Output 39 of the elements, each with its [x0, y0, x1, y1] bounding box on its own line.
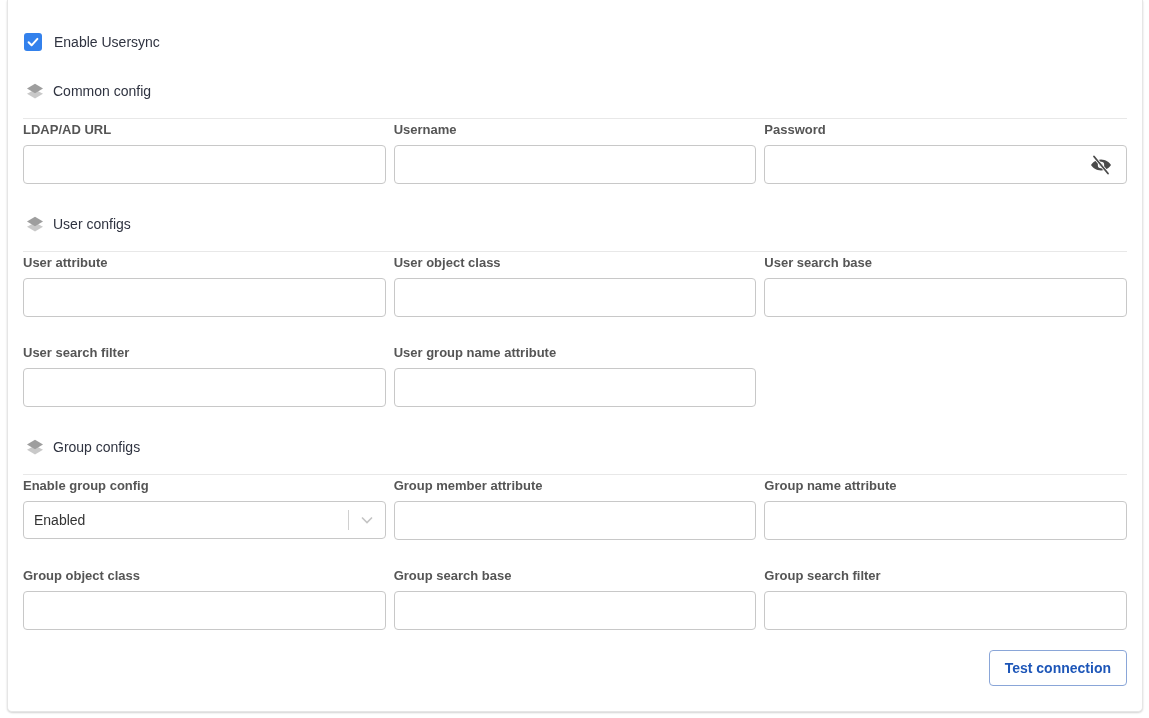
field-label: User attribute: [23, 255, 108, 271]
field-label: Group object class: [23, 568, 141, 584]
text-input[interactable]: [23, 145, 386, 184]
text-input[interactable]: [23, 278, 386, 317]
field-label: Password: [764, 122, 826, 138]
text-input[interactable]: [393, 591, 757, 630]
field-label: User group name attribute: [393, 345, 557, 361]
layers-icon: [26, 82, 44, 100]
test-connection-button[interactable]: Test connection: [988, 650, 1127, 686]
text-input[interactable]: [393, 145, 757, 184]
text-input[interactable]: [764, 591, 1127, 630]
checkbox-label: Enable Usersync: [54, 34, 160, 50]
field-label: LDAP/AD URL: [23, 122, 112, 138]
text-input[interactable]: [393, 368, 757, 407]
layers-icon: [26, 215, 44, 233]
password-input[interactable]: [764, 145, 1127, 184]
text-input[interactable]: [393, 501, 757, 540]
dropdown-select[interactable]: Enabled: [23, 501, 386, 539]
checkbox[interactable]: [24, 33, 42, 51]
text-input[interactable]: [764, 501, 1127, 540]
field-label: Group search base: [393, 568, 512, 584]
field-label: Group member attribute: [393, 478, 543, 494]
field-label: Group name attribute: [764, 478, 897, 494]
text-input[interactable]: [23, 591, 386, 630]
field-label: Username: [393, 122, 457, 138]
section-title: Group configs: [53, 439, 141, 455]
field-label: Enable group config: [23, 478, 149, 494]
section-title: User configs: [53, 216, 131, 232]
field-label: User search filter: [23, 345, 130, 361]
text-input[interactable]: [764, 278, 1127, 317]
section-title: Common config: [53, 83, 152, 99]
field-label: User search base: [764, 255, 872, 271]
layers-icon: [26, 438, 44, 456]
text-input[interactable]: [393, 278, 757, 317]
field-label: Group search filter: [764, 568, 881, 584]
text-input[interactable]: [23, 368, 386, 407]
eye-slash-icon[interactable]: [1090, 154, 1112, 175]
field-label: User object class: [393, 255, 501, 271]
chevron-down-icon: [360, 516, 373, 524]
